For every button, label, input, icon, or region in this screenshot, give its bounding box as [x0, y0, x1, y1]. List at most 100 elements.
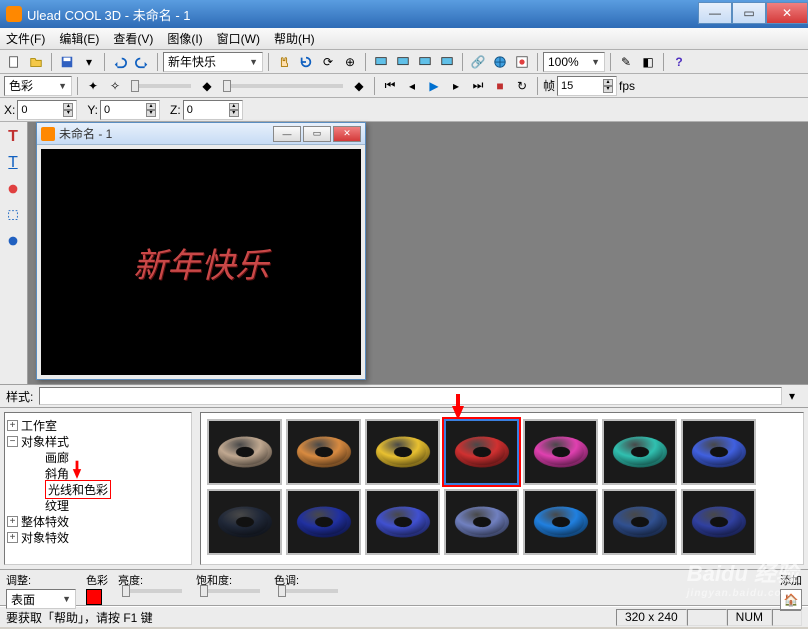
loop-icon[interactable]: ↻: [512, 76, 532, 96]
x-input[interactable]: ▴▾: [17, 100, 77, 120]
thumbnail[interactable]: [444, 489, 519, 555]
redo-icon[interactable]: [132, 52, 152, 72]
key-add-icon[interactable]: ✦: [83, 76, 103, 96]
key-b-icon[interactable]: ◆: [349, 76, 369, 96]
surface-combo[interactable]: 表面▼: [6, 589, 76, 609]
canvas[interactable]: 新年快乐: [41, 149, 361, 375]
expand-icon[interactable]: +: [7, 420, 18, 431]
target-icon[interactable]: ⊕: [340, 52, 360, 72]
undo-icon[interactable]: [110, 52, 130, 72]
style-field[interactable]: [39, 387, 782, 405]
thumbnail[interactable]: [681, 419, 756, 485]
hue-slider[interactable]: [278, 589, 338, 593]
context-help-icon[interactable]: ?: [669, 52, 689, 72]
refresh-icon[interactable]: ⟳: [318, 52, 338, 72]
saturation-slider[interactable]: [200, 589, 260, 593]
link-icon[interactable]: 🔗: [468, 52, 488, 72]
thumbnail[interactable]: [286, 419, 361, 485]
doc-maximize-button[interactable]: ▭: [303, 126, 331, 142]
home-icon: 🏠: [784, 593, 799, 607]
thumbnail[interactable]: [444, 419, 519, 485]
next-frame-icon[interactable]: ▸: [446, 76, 466, 96]
stop-icon[interactable]: ■: [490, 76, 510, 96]
new-icon[interactable]: [4, 52, 24, 72]
zoom-combo[interactable]: 100%▼: [543, 52, 605, 72]
toolbar-main: ▾ 新年快乐▼ ⟳ ⊕ 🔗 100%▼ ✎ ◧ ?: [0, 50, 808, 74]
chevron-down-icon: ▼: [58, 81, 67, 91]
spin-up-icon[interactable]: ▴: [603, 79, 613, 86]
thumbnail[interactable]: [207, 419, 282, 485]
tool-b-icon[interactable]: ◧: [638, 52, 658, 72]
menu-view[interactable]: 查看(V): [113, 30, 153, 47]
thumbnail[interactable]: [365, 489, 440, 555]
thumbnail[interactable]: [365, 419, 440, 485]
monitor3-icon[interactable]: [415, 52, 435, 72]
play-icon[interactable]: ▶: [424, 76, 444, 96]
mode-combo[interactable]: 色彩▼: [4, 76, 72, 96]
globe-icon[interactable]: [490, 52, 510, 72]
doc-titlebar[interactable]: 未命名 - 1 — ▭ ✕: [37, 123, 365, 145]
menu-window[interactable]: 窗口(W): [217, 30, 260, 47]
text-combo[interactable]: 新年快乐▼: [163, 52, 263, 72]
tree-object-fx[interactable]: 对象特效: [21, 529, 69, 546]
thumbnail[interactable]: [523, 489, 598, 555]
thumbnail[interactable]: [286, 489, 361, 555]
menu-image[interactable]: 图像(I): [167, 30, 202, 47]
expand-icon[interactable]: +: [7, 516, 18, 527]
menu-help[interactable]: 帮助(H): [274, 30, 315, 47]
color-label: 色彩: [86, 572, 108, 588]
y-input[interactable]: ▴▾: [100, 100, 160, 120]
spin-down-icon[interactable]: ▾: [603, 86, 613, 93]
maximize-button[interactable]: ▭: [732, 2, 766, 24]
doc-minimize-button[interactable]: —: [273, 126, 301, 142]
ball-tool-icon[interactable]: [2, 230, 24, 252]
menu-edit[interactable]: 编辑(E): [59, 30, 99, 47]
thumbnail[interactable]: [602, 489, 677, 555]
tree-bevel[interactable]: 斜角: [45, 465, 69, 482]
shape-tool-icon[interactable]: T̲: [2, 152, 24, 174]
prev-frame-icon[interactable]: ◂: [402, 76, 422, 96]
monitor2-icon[interactable]: [393, 52, 413, 72]
color-swatch[interactable]: [86, 589, 102, 605]
rotate-icon[interactable]: [296, 52, 316, 72]
tree-global-fx[interactable]: 整体特效: [21, 513, 69, 530]
style-chevron-icon[interactable]: ▾: [782, 386, 802, 406]
document-window: 未命名 - 1 — ▭ ✕ 新年快乐: [36, 122, 366, 380]
hand-icon[interactable]: [274, 52, 294, 72]
thumbnail[interactable]: [602, 419, 677, 485]
brightness-slider[interactable]: [122, 589, 182, 593]
timeline-slider[interactable]: [223, 84, 343, 88]
open-icon[interactable]: [26, 52, 46, 72]
minimize-button[interactable]: —: [698, 2, 732, 24]
tree-gallery[interactable]: 画廊: [45, 449, 69, 466]
slider-a[interactable]: [131, 84, 191, 88]
thumbnail[interactable]: [207, 489, 282, 555]
monitor1-icon[interactable]: [371, 52, 391, 72]
menu-file[interactable]: 文件(F): [6, 30, 45, 47]
tree-workspace[interactable]: 工作室: [21, 417, 57, 434]
thumbnail[interactable]: [523, 419, 598, 485]
chevron-down-icon[interactable]: ▾: [79, 52, 99, 72]
sphere-tool-icon[interactable]: [2, 178, 24, 200]
last-frame-icon[interactable]: ⏭: [468, 76, 488, 96]
frame-input[interactable]: ▴▾: [557, 76, 617, 96]
tree-texture[interactable]: 纹理: [45, 497, 69, 514]
expand-icon[interactable]: +: [7, 532, 18, 543]
preview-icon[interactable]: [512, 52, 532, 72]
z-input[interactable]: ▴▾: [183, 100, 243, 120]
key-del-icon[interactable]: ✧: [105, 76, 125, 96]
doc-close-button[interactable]: ✕: [333, 126, 361, 142]
text-tool-icon[interactable]: T: [2, 126, 24, 148]
first-frame-icon[interactable]: ⏮: [380, 76, 400, 96]
thumbnail[interactable]: [681, 489, 756, 555]
tool-a-icon[interactable]: ✎: [616, 52, 636, 72]
collapse-icon[interactable]: −: [7, 436, 18, 447]
status-help: 要获取「帮助」，请按 F1 键: [6, 609, 153, 626]
monitor4-icon[interactable]: [437, 52, 457, 72]
key-a-icon[interactable]: ◆: [197, 76, 217, 96]
close-button[interactable]: ✕: [766, 2, 808, 24]
category-tree[interactable]: +工作室 −对象样式 画廊 斜角 光线和色彩 纹理 +整体特效 +对象特效: [4, 412, 192, 565]
save-icon[interactable]: [57, 52, 77, 72]
select-tool-icon[interactable]: [2, 204, 24, 226]
tree-object-style[interactable]: 对象样式: [21, 433, 69, 450]
